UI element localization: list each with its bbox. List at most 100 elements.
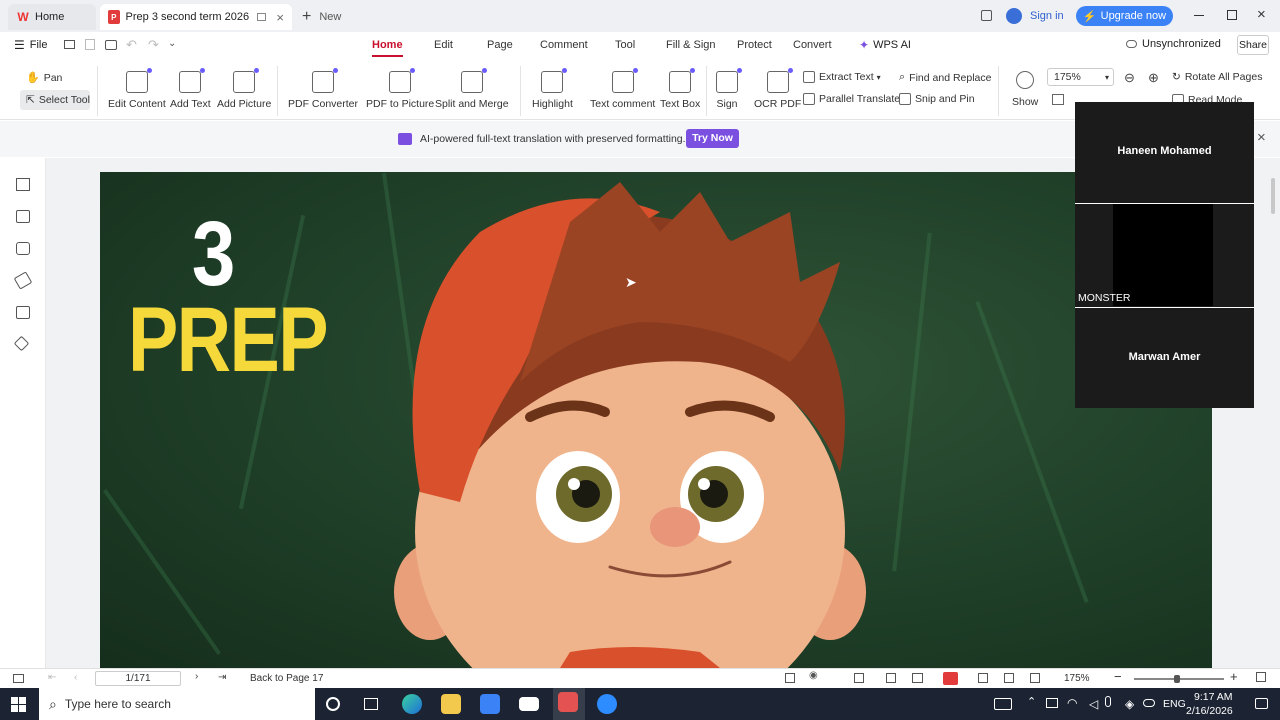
participant-tile[interactable]: MONSTER bbox=[1075, 204, 1254, 306]
menu-convert[interactable]: Convert bbox=[793, 39, 832, 51]
microphone-icon[interactable] bbox=[1105, 696, 1111, 707]
clock-date[interactable]: 2/16/2026 bbox=[1186, 705, 1233, 717]
cortana-icon[interactable] bbox=[326, 697, 340, 711]
back-to-page-link[interactable]: Back to Page 17 bbox=[250, 673, 323, 684]
restore-window-icon[interactable] bbox=[981, 10, 992, 21]
windows-start-icon[interactable] bbox=[11, 697, 26, 712]
bookmark-icon[interactable] bbox=[16, 178, 30, 191]
close-banner-icon[interactable]: × bbox=[1257, 129, 1266, 146]
single-page-icon[interactable] bbox=[854, 673, 864, 683]
mail-icon[interactable] bbox=[519, 697, 539, 711]
clock-time[interactable]: 9:17 AM bbox=[1194, 691, 1233, 703]
edit-content-button[interactable]: Edit Content bbox=[108, 68, 166, 110]
monitor-icon[interactable] bbox=[256, 13, 267, 21]
menu-tool[interactable]: Tool bbox=[615, 39, 635, 51]
last-page-icon[interactable]: ⇥ bbox=[218, 672, 226, 683]
add-text-button[interactable]: Add Text bbox=[170, 68, 211, 110]
pdf-converter-button[interactable]: PDF Converter bbox=[288, 68, 358, 110]
participant-tile[interactable]: Marwan Amer bbox=[1075, 307, 1254, 408]
find-replace-button[interactable]: ⌕ Find and Replace bbox=[899, 71, 991, 84]
page-number-input[interactable]: 1/171 bbox=[95, 671, 181, 686]
zoom-in-icon[interactable]: ⊕ bbox=[1148, 70, 1159, 86]
zoom-in-icon[interactable]: + bbox=[1230, 669, 1238, 684]
sign-button[interactable]: Sign bbox=[716, 68, 742, 110]
share-button[interactable]: Share bbox=[1237, 35, 1269, 55]
play-slideshow-icon[interactable] bbox=[943, 672, 958, 685]
minimize-icon[interactable] bbox=[1194, 15, 1204, 16]
prev-page-icon[interactable]: ‹ bbox=[74, 672, 77, 683]
sync-status[interactable]: Unsynchronized bbox=[1126, 38, 1221, 50]
first-page-icon[interactable]: ⇤ bbox=[48, 672, 56, 683]
thumbnail-icon[interactable] bbox=[16, 210, 30, 223]
menu-page[interactable]: Page bbox=[487, 39, 513, 51]
cloud-icon[interactable] bbox=[1143, 699, 1155, 707]
upgrade-button[interactable]: ⚡ Upgrade now bbox=[1076, 6, 1173, 26]
eye-icon[interactable]: ◉ bbox=[809, 670, 818, 681]
new-tab-button[interactable]: + New bbox=[302, 8, 341, 26]
zoom-app-icon[interactable] bbox=[597, 694, 617, 714]
menu-protect[interactable]: Protect bbox=[737, 39, 772, 51]
text-comment-button[interactable]: Text comment bbox=[590, 68, 655, 110]
sound-icon[interactable]: ◈ bbox=[1125, 697, 1134, 711]
try-now-button[interactable]: Try Now bbox=[686, 129, 739, 148]
close-tab-icon[interactable]: × bbox=[276, 10, 284, 25]
show-button[interactable]: Show bbox=[1012, 71, 1038, 108]
select-tool[interactable]: ⇱ Select Tool bbox=[20, 90, 90, 110]
fit-icon[interactable] bbox=[785, 673, 795, 683]
extract-text-button[interactable]: Extract Text ▾ bbox=[803, 71, 881, 83]
ocr-pdf-button[interactable]: OCR PDF bbox=[754, 68, 801, 110]
pdf-page[interactable]: 3 PREP ➤ bbox=[100, 172, 1212, 668]
pdf-to-picture-button[interactable]: PDF to Picture bbox=[366, 68, 434, 110]
layers-icon[interactable] bbox=[13, 335, 30, 352]
wifi-icon[interactable]: ◠ bbox=[1067, 696, 1077, 710]
keyboard-icon[interactable] bbox=[994, 698, 1012, 710]
signature-icon[interactable] bbox=[16, 306, 30, 319]
edge-icon[interactable] bbox=[402, 694, 422, 714]
save-icon[interactable] bbox=[85, 39, 95, 50]
split-merge-button[interactable]: Split and Merge bbox=[435, 68, 509, 110]
close-window-icon[interactable]: × bbox=[1257, 6, 1266, 23]
undo-icon[interactable]: ↶ bbox=[126, 37, 137, 53]
file-explorer-icon[interactable] bbox=[441, 694, 461, 714]
rotate-all-button[interactable]: ↻ Rotate All Pages bbox=[1172, 71, 1262, 83]
scrollbar[interactable] bbox=[1271, 178, 1275, 214]
participant-tile[interactable]: Haneen Mohamed bbox=[1075, 102, 1254, 204]
text-box-button[interactable]: Text Box bbox=[660, 68, 700, 110]
redo-icon[interactable]: ↷ bbox=[148, 37, 159, 53]
task-view-icon[interactable] bbox=[364, 698, 378, 710]
store-icon[interactable] bbox=[480, 694, 500, 714]
open-folder-icon[interactable] bbox=[64, 40, 75, 49]
zoom-out-icon[interactable]: ⊖ bbox=[1124, 70, 1135, 86]
parallel-translate-button[interactable]: Parallel Translate bbox=[803, 93, 900, 105]
chevron-down-icon[interactable]: ⌄ bbox=[168, 38, 176, 49]
menu-comment[interactable]: Comment bbox=[540, 39, 588, 51]
network-icon[interactable] bbox=[1046, 698, 1058, 708]
highlight-button[interactable]: Highlight bbox=[532, 68, 573, 110]
full-width-icon[interactable] bbox=[978, 673, 988, 683]
print-icon[interactable] bbox=[105, 40, 117, 50]
add-picture-button[interactable]: Add Picture bbox=[217, 68, 271, 110]
menu-home[interactable]: Home bbox=[372, 39, 403, 57]
notification-icon[interactable] bbox=[1255, 698, 1268, 709]
taskbar-search-box[interactable]: ⌕ Type here to search bbox=[39, 688, 315, 720]
maximize-icon[interactable] bbox=[1227, 10, 1237, 20]
zoom-slider-thumb[interactable] bbox=[1174, 675, 1180, 683]
sign-in-button[interactable]: Sign in bbox=[1006, 8, 1064, 24]
fit-page-icon[interactable] bbox=[1052, 94, 1064, 105]
snip-pin-button[interactable]: Snip and Pin bbox=[899, 93, 975, 105]
chevron-up-icon[interactable]: ⌃ bbox=[1027, 695, 1036, 708]
file-menu[interactable]: ☰ File bbox=[14, 38, 48, 52]
two-page-icon[interactable] bbox=[912, 673, 923, 683]
zoom-level[interactable]: 175% bbox=[1064, 673, 1090, 684]
menu-wps-ai[interactable]: ✦ WPS AI bbox=[859, 38, 911, 52]
tab-home[interactable]: W Home bbox=[8, 4, 96, 30]
comment-icon[interactable] bbox=[16, 242, 30, 255]
menu-edit[interactable]: Edit bbox=[434, 39, 453, 51]
pan-tool[interactable]: ✋ Pan bbox=[26, 71, 62, 85]
zoom-select[interactable]: 175% ▾ bbox=[1047, 68, 1114, 86]
continuous-icon[interactable] bbox=[886, 673, 896, 683]
language-indicator[interactable]: ENG bbox=[1163, 698, 1186, 710]
next-page-icon[interactable]: › bbox=[195, 671, 198, 682]
volume-icon[interactable]: ◁ bbox=[1089, 697, 1098, 711]
crop-icon[interactable] bbox=[1030, 673, 1040, 683]
